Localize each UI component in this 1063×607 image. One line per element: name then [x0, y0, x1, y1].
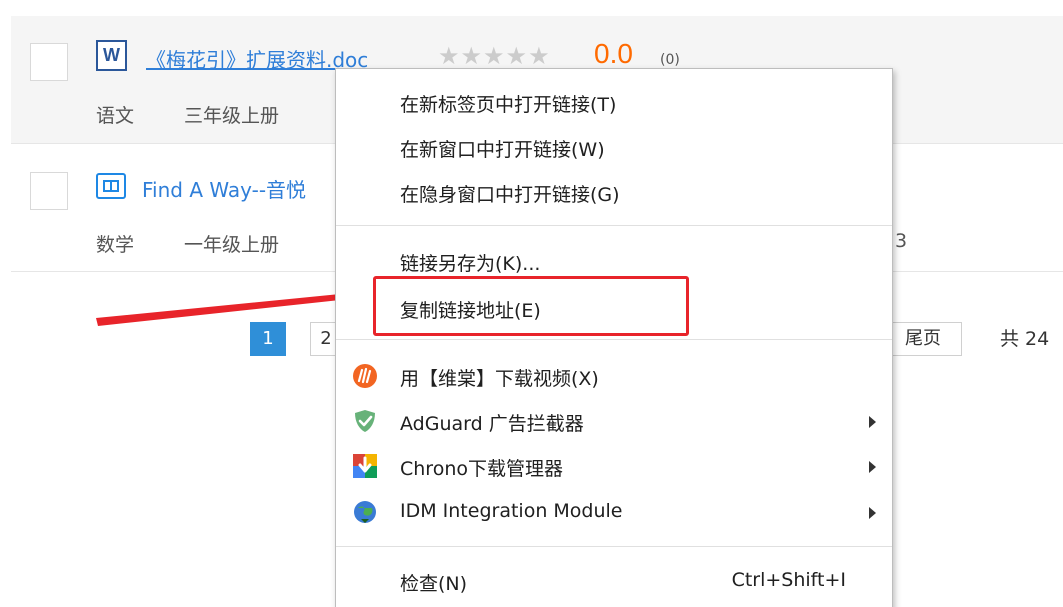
menu-item-label: AdGuard 广告拦截器 [400, 413, 584, 435]
resource-list-page: W 《梅花引》扩展资料.doc ★★★★★ 0.0 (0) 语文 三年级上册 F… [0, 0, 1063, 607]
context-menu: 在新标签页中打开链接(T) 在新窗口中打开链接(W) 在隐身窗口中打开链接(G)… [335, 68, 893, 607]
weitang-icon [353, 364, 377, 388]
menu-separator [336, 546, 892, 547]
submenu-arrow-icon [869, 416, 876, 428]
menu-item-adguard[interactable]: AdGuard 广告拦截器 [336, 401, 892, 441]
menu-separator [336, 225, 892, 226]
menu-item-save-link-as[interactable]: 链接另存为(K)... [336, 241, 892, 281]
menu-item-label: 链接另存为(K)... [400, 253, 541, 275]
menu-item-label: 在新窗口中打开链接(W) [400, 139, 605, 161]
chrono-download-icon [353, 454, 377, 478]
menu-item-shortcut: Ctrl+Shift+I [731, 569, 846, 591]
annotation-highlight-box [373, 276, 689, 336]
menu-item-label: 用【维棠】下载视频(X) [400, 368, 599, 390]
menu-item-chrono[interactable]: Chrono下载管理器 [336, 446, 892, 486]
menu-item-label: IDM Integration Module [400, 500, 623, 522]
menu-item-label: 在新标签页中打开链接(T) [400, 94, 617, 116]
submenu-arrow-icon [869, 461, 876, 473]
menu-item-label: Chrono下载管理器 [400, 458, 563, 480]
idm-globe-icon [354, 501, 376, 523]
menu-item-open-incognito[interactable]: 在隐身窗口中打开链接(G) [336, 172, 892, 212]
menu-item-open-new-window[interactable]: 在新窗口中打开链接(W) [336, 127, 892, 167]
menu-item-weitang-download[interactable]: 用【维棠】下载视频(X) [336, 356, 892, 396]
menu-item-label: 检查(N) [400, 573, 468, 595]
menu-item-open-new-tab[interactable]: 在新标签页中打开链接(T) [336, 82, 892, 122]
menu-item-idm[interactable]: IDM Integration Module [336, 492, 892, 532]
submenu-arrow-icon [869, 507, 876, 519]
menu-item-inspect[interactable]: 检查(N) Ctrl+Shift+I [336, 561, 892, 601]
menu-item-label: 在隐身窗口中打开链接(G) [400, 184, 620, 206]
menu-separator [336, 339, 892, 340]
adguard-shield-icon [355, 410, 375, 432]
